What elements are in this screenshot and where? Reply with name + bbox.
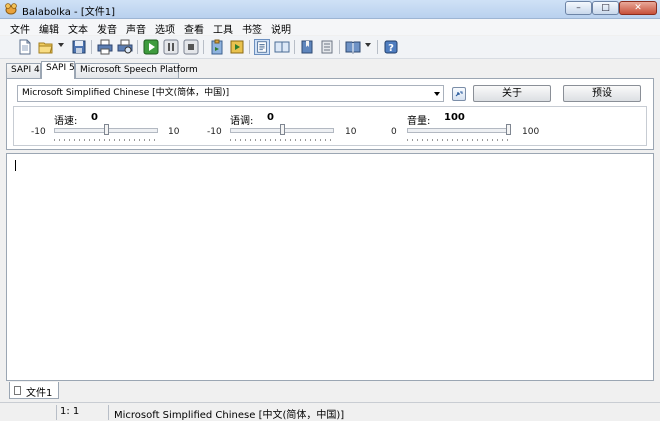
rate-max: 10: [168, 127, 180, 137]
bookmarks-list-icon[interactable]: [319, 39, 335, 55]
volume-value: 100: [444, 112, 465, 123]
rate-label: 语速:: [54, 116, 78, 127]
document-tab-file1[interactable]: 文件1: [9, 382, 59, 399]
chevron-down-icon[interactable]: [434, 92, 440, 96]
status-divider: [108, 405, 109, 420]
about-voice-button[interactable]: 关于: [473, 85, 551, 102]
maximize-button[interactable]: □: [592, 1, 619, 15]
balabolka-app-icon: [5, 3, 17, 15]
toolbar-separator: [377, 40, 378, 54]
toolbar-separator: [203, 40, 204, 54]
print-preview-icon[interactable]: [117, 39, 133, 55]
status-voice: Microsoft Simplified Chinese [中文(简体，中国)]: [114, 410, 345, 421]
engine-tabs: SAPI 4 SAPI 5 Microsoft Speech Platform: [0, 60, 660, 79]
menu-tools[interactable]: 工具: [213, 21, 233, 36]
rate-slider-thumb[interactable]: [103, 124, 109, 135]
toolbar-separator: [91, 40, 92, 54]
menu-bookmarks[interactable]: 书签: [242, 21, 262, 36]
document-tab-label: 文件1: [26, 388, 53, 399]
convert-audio-icon[interactable]: [229, 39, 245, 55]
play-icon[interactable]: [143, 39, 159, 55]
menu-edit[interactable]: 编辑: [39, 21, 59, 36]
volume-min: 0: [391, 127, 397, 137]
title-bar[interactable]: Balabolka - [文件1] – □ ✕: [0, 0, 660, 19]
pitch-value: 0: [267, 112, 274, 123]
stop-icon[interactable]: [183, 39, 199, 55]
voice-settings-panel: Microsoft Simplified Chinese [中文(简体，中国)]…: [6, 78, 654, 150]
book-icon[interactable]: [345, 39, 361, 55]
close-button[interactable]: ✕: [619, 1, 657, 15]
text-caret: [15, 160, 16, 171]
split-view-icon[interactable]: [274, 39, 290, 55]
rate-value: 0: [91, 112, 98, 123]
save-icon[interactable]: [71, 39, 87, 55]
balabolka-window: Balabolka - [文件1] – □ ✕ 文件 编辑 文本 发音 声音 选…: [0, 0, 660, 421]
pitch-slider-ticks: [230, 139, 334, 141]
window-title: Balabolka - [文件1]: [22, 7, 116, 18]
voice-select[interactable]: Microsoft Simplified Chinese [中文(简体，中国)]: [17, 85, 444, 102]
volume-slider-track[interactable]: [407, 128, 511, 133]
volume-slider-thumb[interactable]: [506, 124, 511, 135]
open-dropdown-arrow[interactable]: [58, 43, 64, 47]
menu-voice[interactable]: 声音: [126, 21, 146, 36]
menu-help[interactable]: 说明: [271, 21, 291, 36]
pitch-label: 语调:: [230, 116, 254, 127]
status-bar: 1: 1 Microsoft Simplified Chinese [中文(简体…: [0, 402, 660, 421]
pitch-max: 10: [345, 127, 357, 137]
cursor-position: 1: 1: [60, 406, 80, 417]
svg-text:?: ?: [388, 43, 394, 54]
voice-options-icon: [455, 91, 463, 97]
read-clipboard-icon[interactable]: [209, 39, 225, 55]
toolbar-separator: [249, 40, 250, 54]
menu-text[interactable]: 文本: [68, 21, 88, 36]
volume-slider-ticks: [407, 139, 511, 141]
rate-slider-ticks: [54, 139, 158, 141]
text-view-icon[interactable]: [254, 39, 270, 55]
new-document-icon[interactable]: [17, 39, 33, 55]
toolbar-separator: [339, 40, 340, 54]
open-folder-icon[interactable]: [38, 39, 54, 55]
menu-bar: 文件 编辑 文本 发音 声音 选项 查看 工具 书签 说明: [0, 19, 660, 36]
print-icon[interactable]: [97, 39, 113, 55]
voice-select-value: Microsoft Simplified Chinese [中文(简体，中国)]: [22, 88, 230, 98]
bookmark-icon[interactable]: [299, 39, 315, 55]
text-editor[interactable]: [6, 153, 654, 381]
help-icon[interactable]: ?: [383, 39, 399, 55]
tab-microsoft-speech-platform[interactable]: Microsoft Speech Platform: [75, 63, 198, 78]
voice-sliders: 语速: 0 -10 10 语调: 0 -10 10 音量: 100 0 100: [13, 106, 647, 146]
rate-min: -10: [31, 127, 46, 137]
menu-view[interactable]: 查看: [184, 21, 204, 36]
menu-pronunciation[interactable]: 发音: [97, 21, 117, 36]
tab-sapi4[interactable]: SAPI 4: [6, 63, 41, 78]
status-divider: [56, 405, 57, 420]
volume-max: 100: [522, 127, 540, 137]
menu-options[interactable]: 选项: [155, 21, 175, 36]
document-icon: [14, 386, 21, 395]
menu-file[interactable]: 文件: [10, 21, 30, 36]
book-dropdown-arrow[interactable]: [365, 43, 371, 47]
toolbar-separator: [294, 40, 295, 54]
voice-options-button[interactable]: [452, 87, 466, 101]
pause-icon[interactable]: [163, 39, 179, 55]
toolbar: ?: [0, 36, 660, 59]
document-tabs: 文件1: [6, 381, 654, 401]
toolbar-separator: [137, 40, 138, 54]
pitch-min: -10: [207, 127, 222, 137]
volume-label: 音量:: [407, 116, 431, 127]
minimize-button[interactable]: –: [565, 1, 592, 15]
pitch-slider-thumb[interactable]: [279, 124, 285, 135]
tab-sapi5[interactable]: SAPI 5: [41, 61, 75, 79]
preset-button[interactable]: 预设: [563, 85, 641, 102]
